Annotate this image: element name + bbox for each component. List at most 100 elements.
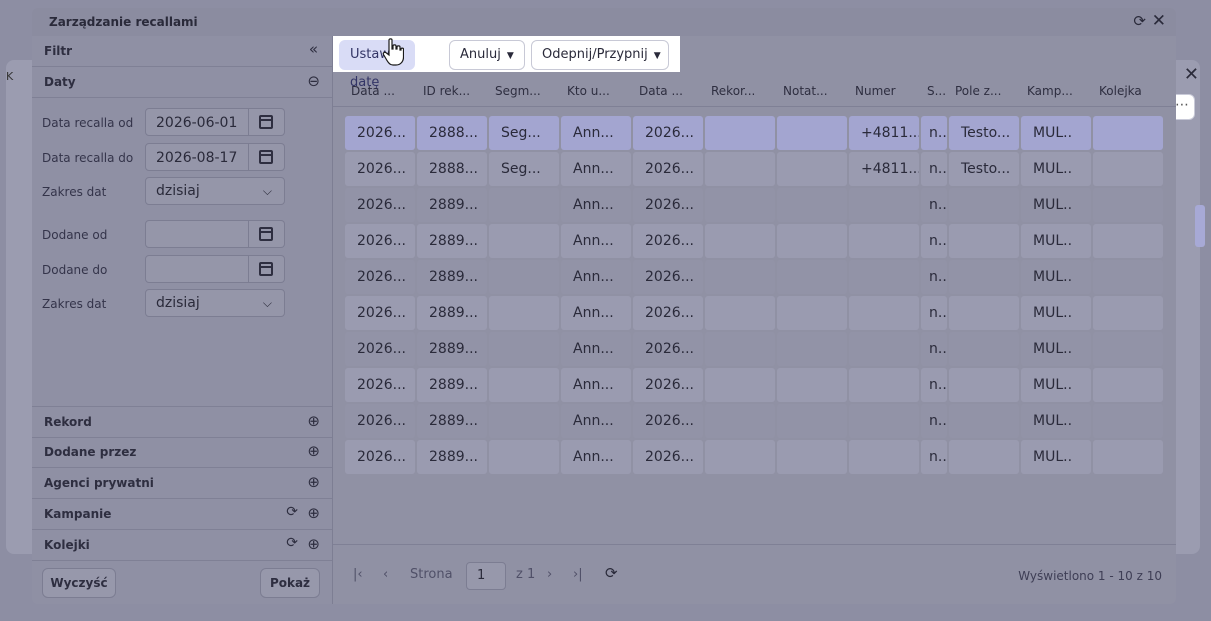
- refresh-icon[interactable]: ⟳: [605, 564, 618, 582]
- table-row[interactable]: 2026... 2889... Ann... 2026... n.. MUL..: [339, 224, 1163, 258]
- table-cell: MUL..: [1021, 152, 1091, 186]
- column-header[interactable]: Rekor...: [711, 84, 755, 98]
- column-header[interactable]: ID rek...: [423, 84, 470, 98]
- records-info: Wyświetlono 1 - 10 z 10: [1018, 569, 1162, 583]
- prev-page-icon[interactable]: ‹: [383, 567, 388, 582]
- table-row[interactable]: 2026... 2889... Ann... 2026... n.. MUL..: [339, 404, 1163, 438]
- table-cell: MUL..: [1021, 116, 1091, 150]
- recall-grid: Data ... ID rek... Segm... Kto u... Data ...…: [333, 72, 1176, 544]
- recall-from-input[interactable]: 2026-06-01: [145, 108, 249, 136]
- collapse-section-icon[interactable]: ⊖: [307, 72, 320, 90]
- table-cell: [949, 332, 1019, 366]
- section-campaigns[interactable]: Kampanie ⟳ ⊕: [32, 499, 332, 530]
- cancel-dropdown-button[interactable]: Anuluj ▼: [449, 40, 525, 70]
- added-from-row: Dodane od: [42, 220, 322, 250]
- collapse-panel-icon[interactable]: «: [309, 40, 318, 58]
- table-cell: Ann...: [561, 404, 631, 438]
- table-cell: [949, 224, 1019, 258]
- expand-section-icon[interactable]: ⊕: [307, 442, 320, 460]
- table-cell: MUL..: [1021, 404, 1091, 438]
- table-row[interactable]: 2026... 2888... Seg... Ann... 2026... +4811..…: [339, 116, 1163, 150]
- refresh-icon[interactable]: ⟳: [286, 535, 298, 551]
- filter-title: Filtr: [44, 44, 73, 58]
- table-cell: [489, 404, 559, 438]
- table-cell: [949, 404, 1019, 438]
- date-range-select-2[interactable]: dzisiaj ⌵: [145, 289, 285, 317]
- table-cell: n..: [921, 116, 947, 150]
- first-page-icon[interactable]: |‹: [353, 567, 363, 582]
- table-cell: n..: [921, 404, 947, 438]
- table-row[interactable]: 2026... 2889... Ann... 2026... n.. MUL..: [339, 368, 1163, 402]
- calendar-icon[interactable]: [249, 220, 285, 248]
- table-cell: n..: [921, 332, 947, 366]
- table-cell: [777, 440, 847, 474]
- column-header[interactable]: Notat...: [783, 84, 828, 98]
- close-icon[interactable]: ✕: [1152, 11, 1166, 31]
- filter-actions: Wyczyść Pokaż: [32, 560, 332, 604]
- expand-section-icon[interactable]: ⊕: [307, 412, 320, 430]
- section-added-by[interactable]: Dodane przez ⊕: [32, 437, 332, 468]
- column-header[interactable]: Kamp...: [1027, 84, 1073, 98]
- table-cell: 2026...: [345, 152, 415, 186]
- table-cell: n..: [921, 260, 947, 294]
- section-added-by-label: Dodane przez: [44, 445, 137, 459]
- page-input[interactable]: 1: [466, 562, 506, 590]
- table-row[interactable]: 2026... 2889... Ann... 2026... n.. MUL..: [339, 260, 1163, 294]
- table-cell: 2026...: [345, 116, 415, 150]
- recall-to-row: Data recalla do 2026-08-17: [42, 143, 322, 173]
- expand-section-icon[interactable]: ⊕: [307, 535, 320, 553]
- expand-section-icon[interactable]: ⊕: [307, 504, 320, 522]
- table-cell: MUL..: [1021, 296, 1091, 330]
- column-header[interactable]: Pole z...: [955, 84, 1001, 98]
- added-from-input[interactable]: [145, 220, 249, 248]
- column-header[interactable]: Data ...: [351, 84, 395, 98]
- date-range-row-2: Zakres dat dzisiaj ⌵: [42, 289, 322, 319]
- column-header[interactable]: S...: [927, 84, 945, 98]
- refresh-icon[interactable]: ⟳: [1133, 12, 1146, 30]
- section-private-agents[interactable]: Agenci prywatni ⊕: [32, 468, 332, 499]
- grid-header: Data ... ID rek... Segm... Kto u... Data ...…: [333, 76, 1176, 107]
- chevron-down-icon: ⌵: [262, 296, 272, 310]
- date-range-select[interactable]: dzisiaj ⌵: [145, 177, 285, 205]
- table-row[interactable]: 2026... 2889... Ann... 2026... n.. MUL..: [339, 332, 1163, 366]
- recall-to-input[interactable]: 2026-08-17: [145, 143, 249, 171]
- table-cell: 2889...: [417, 404, 487, 438]
- next-page-icon[interactable]: ›: [547, 567, 552, 582]
- column-header[interactable]: Data ...: [639, 84, 683, 98]
- pin-unpin-dropdown-button[interactable]: Odepnij/Przypnij ▼: [531, 40, 669, 70]
- table-row[interactable]: 2026... 2889... Ann... 2026... n.. MUL..: [339, 440, 1163, 474]
- table-cell: 2026...: [633, 332, 703, 366]
- table-row[interactable]: 2026... 2889... Ann... 2026... n.. MUL..: [339, 296, 1163, 330]
- table-cell: Ann...: [561, 260, 631, 294]
- table-cell: [1093, 188, 1163, 222]
- table-cell: Ann...: [561, 188, 631, 222]
- background-close-icon[interactable]: ✕: [1184, 64, 1199, 85]
- background-left-mark: K: [6, 70, 14, 83]
- section-queues-label: Kolejki: [44, 538, 90, 552]
- section-queues[interactable]: Kolejki ⟳ ⊕: [32, 530, 332, 561]
- table-cell: [777, 368, 847, 402]
- table-cell: [777, 116, 847, 150]
- column-header[interactable]: Kolejka: [1099, 84, 1142, 98]
- table-row[interactable]: 2026... 2889... Ann... 2026... n.. MUL..: [339, 188, 1163, 222]
- page-count: z 1: [516, 567, 536, 582]
- calendar-icon[interactable]: [249, 255, 285, 283]
- show-button[interactable]: Pokaż: [260, 568, 320, 598]
- section-record[interactable]: Rekord ⊕: [32, 406, 332, 438]
- column-header[interactable]: Kto u...: [567, 84, 610, 98]
- last-page-icon[interactable]: ›|: [573, 567, 583, 582]
- section-dates[interactable]: Daty ⊖: [32, 67, 332, 98]
- column-header[interactable]: Segm...: [495, 84, 541, 98]
- refresh-icon[interactable]: ⟳: [286, 504, 298, 520]
- column-header[interactable]: Numer: [855, 84, 896, 98]
- expand-section-icon[interactable]: ⊕: [307, 473, 320, 491]
- table-cell: Ann...: [561, 116, 631, 150]
- table-cell: [705, 440, 775, 474]
- added-to-input[interactable]: [145, 255, 249, 283]
- calendar-icon[interactable]: [249, 143, 285, 171]
- table-row[interactable]: 2026... 2888... Seg... Ann... 2026... +4811..…: [339, 152, 1163, 186]
- table-cell: [777, 404, 847, 438]
- clear-button[interactable]: Wyczyść: [42, 568, 116, 598]
- calendar-icon[interactable]: [249, 108, 285, 136]
- date-range-value: dzisiaj: [156, 183, 200, 199]
